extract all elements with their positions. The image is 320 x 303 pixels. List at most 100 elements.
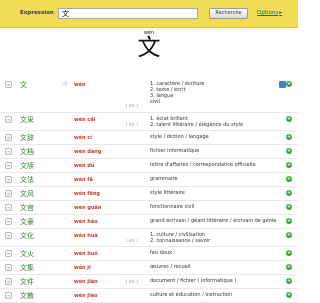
measure-word-label[interactable]: ( ml. ) <box>126 122 138 127</box>
entry-definition: fonctionnaire civil <box>150 204 194 210</box>
search-button[interactable]: Recherche <box>209 8 248 19</box>
entry-hanzi[interactable]: 文豪 <box>20 217 34 227</box>
headword-hanzi: 文 <box>137 35 161 61</box>
entry-hanzi[interactable]: 文法 <box>20 175 34 185</box>
entry-hanzi[interactable]: 文牍 <box>20 161 34 171</box>
flashcard-icon[interactable] <box>279 81 286 88</box>
measure-word-label[interactable]: ( ml. ) <box>126 238 138 243</box>
definition-line: grammaire <box>150 176 178 182</box>
expression-label: Expression <box>20 10 54 16</box>
entry-hanzi[interactable]: 文火 <box>20 249 34 259</box>
add-icon[interactable]: + <box>286 204 292 210</box>
measure-word-label[interactable]: ( ml. ) <box>126 279 138 284</box>
entry-hanzi[interactable]: 文件 <box>20 277 34 287</box>
entry-pinyin: wén jiào <box>74 293 98 299</box>
stroke-order-icon[interactable]: ≡ <box>5 162 12 169</box>
headword-display: wén 文 <box>0 30 298 60</box>
add-icon[interactable]: + <box>286 134 292 140</box>
list-item[interactable]: ≡ 文火 wén huǒ feu doux + <box>0 247 298 261</box>
stroke-order-icon[interactable]: ≡ <box>5 116 12 123</box>
add-icon[interactable]: + <box>286 232 292 238</box>
entry-definition: culture et éducation / instruction <box>150 292 232 298</box>
stroke-order-icon[interactable]: ≡ <box>5 292 12 299</box>
entry-pinyin: wén cí <box>74 135 92 141</box>
entry-pinyin: wén jí <box>74 265 91 271</box>
entry-definition: 1. caractère / écriture 2. texte / écrit 3… <box>150 81 204 105</box>
entry-definition: feu doux <box>150 250 172 256</box>
entry-pinyin: wén cǎi <box>74 117 96 123</box>
stroke-order-icon[interactable]: ≡ <box>5 148 12 155</box>
add-icon[interactable]: + <box>286 278 292 284</box>
list-item[interactable]: ≡ 文法 wén fǎ grammaire + <box>0 173 298 187</box>
entry-pinyin: wén háo <box>74 219 98 225</box>
list-item[interactable]: ≡ 文官 wén guān fonctionnaire civil + <box>0 201 298 215</box>
stroke-order-icon[interactable]: ≡ <box>5 218 12 225</box>
speaker-icon[interactable]: ◁) <box>62 81 68 87</box>
entry-hanzi[interactable]: 文化 <box>20 231 34 241</box>
entry-hanzi[interactable]: 文档 <box>20 147 34 157</box>
add-icon[interactable]: + <box>286 250 292 256</box>
entry-pinyin: wén fǎ <box>74 177 93 183</box>
entry-pinyin: wén guān <box>74 205 102 211</box>
entry-pinyin: wén jiàn <box>74 279 98 285</box>
definition-line: civil <box>150 99 160 105</box>
options-link[interactable]: Options▸ <box>256 10 282 16</box>
list-item[interactable]: ≡ 文教 wén jiào culture et éducation / instru… <box>0 289 298 303</box>
stroke-order-icon[interactable]: ≡ <box>5 190 12 197</box>
list-item[interactable]: ≡ 文牍 wén dú lettre d'affaires / corresponda… <box>0 159 298 173</box>
entry-hanzi[interactable]: 文 <box>20 80 27 90</box>
definition-line: 2. connaissance / savoir <box>150 238 211 244</box>
stroke-order-icon[interactable]: ≡ <box>5 278 12 285</box>
entry-pinyin: wén huǒ <box>74 251 98 257</box>
entry-definition: lettre d'affaires / correspondance offic… <box>150 162 256 168</box>
entry-hanzi[interactable]: 文官 <box>20 203 34 213</box>
stroke-order-icon[interactable]: ≡ <box>5 232 12 239</box>
entry-hanzi[interactable]: 文集 <box>20 263 34 273</box>
stroke-order-icon[interactable]: ≡ <box>5 176 12 183</box>
definition-line: lettre d'affaires / correspondance offic… <box>150 162 256 168</box>
add-icon[interactable]: + <box>286 81 292 87</box>
entry-pinyin: wén dú <box>74 163 95 169</box>
search-input[interactable]: 文 <box>58 8 198 19</box>
stroke-order-icon[interactable]: ≡ <box>5 264 12 271</box>
definition-line: 2. talent littéraire / élégance du style <box>150 122 244 128</box>
stroke-order-icon[interactable]: ≡ <box>5 81 12 88</box>
entry-definition: œuvres / recueil <box>150 264 191 270</box>
add-icon[interactable]: + <box>286 264 292 270</box>
stroke-order-icon[interactable]: ≡ <box>5 134 12 141</box>
entry-definition: 1. culture / civilisation 2. connaissance… <box>150 232 210 244</box>
add-icon[interactable]: + <box>286 162 292 168</box>
list-item[interactable]: ≡ 文风 wén fēng style littéraire + <box>0 187 298 201</box>
list-item[interactable]: ≡ 文 ◁) wén ( ml. ) 1. caractère / écriture 2. … <box>0 78 298 113</box>
add-icon[interactable]: + <box>286 116 292 122</box>
definition-line: style littéraire <box>150 190 185 196</box>
measure-word-label[interactable]: ( ml. ) <box>126 103 138 108</box>
entry-pinyin: wén dàng <box>74 149 102 155</box>
stroke-order-icon[interactable]: ≡ <box>5 204 12 211</box>
list-item[interactable]: ≡ 文集 wén jí œuvres / recueil + <box>0 261 298 275</box>
definition-line: grand écrivain / géant littéraire / écri… <box>150 218 277 224</box>
list-item[interactable]: ≡ 文件 wén jiàn ( ml. ) document / fichier ( i… <box>0 275 298 289</box>
options-arrow-icon: ▸ <box>279 10 282 16</box>
entry-definition: style / diction / langage <box>150 134 209 140</box>
definition-line: fichier informatique <box>150 148 200 154</box>
add-icon[interactable]: + <box>286 292 292 298</box>
add-icon[interactable]: + <box>286 148 292 154</box>
list-item[interactable]: ≡ 文化 wén huà ( ml. ) 1. culture / civilisati… <box>0 229 298 247</box>
list-item[interactable]: ≡ 文采 wén cǎi ( ml. ) 1. éclat brillant 2. tal… <box>0 113 298 131</box>
search-bar: Expression 文 Recherche Options▸ <box>0 0 298 28</box>
entry-hanzi[interactable]: 文风 <box>20 189 34 199</box>
definition-line: culture et éducation / instruction <box>150 292 233 298</box>
add-icon[interactable]: + <box>286 218 292 224</box>
add-icon[interactable]: + <box>286 176 292 182</box>
entry-definition: fichier informatique <box>150 148 199 154</box>
definition-line: fonctionnaire civil <box>150 204 195 210</box>
entry-definition: grammaire <box>150 176 178 182</box>
add-icon[interactable]: + <box>286 190 292 196</box>
list-item[interactable]: ≡ 文豪 wén háo grand écrivain / géant littéra… <box>0 215 298 229</box>
list-item[interactable]: ≡ 文档 wén dàng fichier informatique + <box>0 145 298 159</box>
stroke-order-icon[interactable]: ≡ <box>5 250 12 257</box>
entry-hanzi[interactable]: 文辞 <box>20 133 34 143</box>
list-item[interactable]: ≡ 文辞 wén cí style / diction / langage + <box>0 131 298 145</box>
entry-hanzi[interactable]: 文采 <box>20 115 34 125</box>
